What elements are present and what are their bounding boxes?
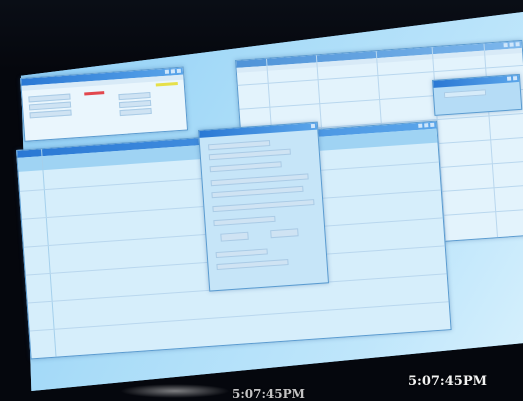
minimize-icon[interactable] [418,123,423,128]
form-field[interactable] [216,259,289,271]
projected-screen [0,0,523,399]
minimize-icon[interactable] [506,76,512,81]
form-field[interactable] [209,161,282,173]
form-field[interactable] [208,140,271,151]
form-field[interactable] [29,109,72,119]
window-small-right[interactable] [432,73,523,116]
close-icon[interactable] [310,123,316,129]
form-field[interactable] [213,215,276,227]
form-field[interactable] [211,185,304,199]
grid-column [41,149,57,357]
dialog-window[interactable] [198,121,330,292]
stage-light-glare [120,384,230,398]
form-field[interactable] [119,107,152,117]
close-icon[interactable] [176,68,182,74]
maximize-icon[interactable] [509,42,514,47]
form-field[interactable] [118,91,151,101]
form-field[interactable] [215,248,268,259]
form-field[interactable] [212,199,315,213]
close-icon[interactable] [512,76,518,81]
close-icon[interactable] [515,42,520,47]
form-field[interactable] [210,173,309,187]
form-field[interactable] [118,99,152,109]
minimize-icon[interactable] [164,69,170,74]
grid-row [29,301,449,332]
window-top-left[interactable] [20,66,189,142]
maximize-icon[interactable] [424,123,429,128]
minimize-icon[interactable] [503,42,508,48]
ok-button[interactable] [220,231,249,242]
close-icon[interactable] [430,122,435,128]
form-field[interactable] [208,148,291,161]
form-field[interactable] [443,89,487,99]
red-marker [84,91,105,96]
yellow-marker [155,82,178,87]
maximize-icon[interactable] [170,69,176,74]
cancel-button[interactable] [270,228,299,239]
video-timestamp: 5:07:45PM [408,374,487,389]
